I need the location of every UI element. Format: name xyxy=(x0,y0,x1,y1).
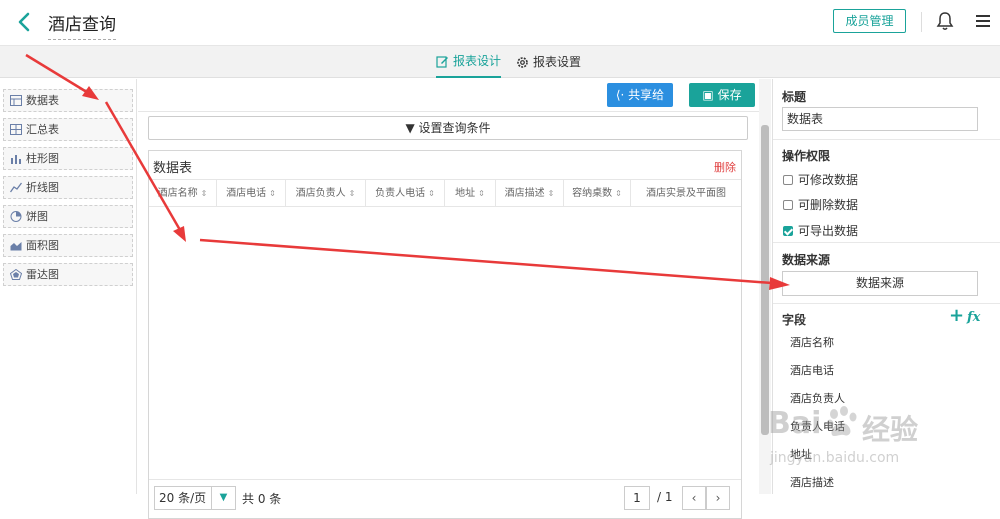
data-source-button[interactable]: 数据来源 xyxy=(782,271,978,296)
formula-fx-icon[interactable]: fx xyxy=(967,310,980,325)
watermark-brand: Bai xyxy=(768,406,822,441)
next-page-button[interactable]: › xyxy=(706,486,730,510)
hamburger-menu-icon[interactable] xyxy=(975,14,991,28)
tab-label: 报表设置 xyxy=(533,55,582,69)
title-input[interactable]: 数据表 xyxy=(782,107,978,131)
page-number-input[interactable]: 1 xyxy=(624,486,650,510)
field-item[interactable]: 酒店描述 xyxy=(790,474,834,490)
chevron-down-icon: ▼ xyxy=(211,487,235,509)
paw-icon xyxy=(826,406,857,436)
baidu-jingyan-watermark: Bai 经验 jingyan.baidu.com xyxy=(768,400,958,472)
column-header[interactable]: 容纳桌数 ⇕ xyxy=(564,180,631,207)
sort-icon: ⇕ xyxy=(348,189,356,198)
field-item[interactable]: 酒店名称 xyxy=(790,334,834,350)
column-header[interactable]: 负责人电话 ⇕ xyxy=(366,180,445,207)
summary-table-icon xyxy=(10,124,22,135)
chevron-left-icon: ‹ xyxy=(691,491,697,505)
component-line-chart[interactable]: 折线图 xyxy=(3,176,133,199)
edit-icon xyxy=(436,55,448,68)
total-count: 共 0 条 xyxy=(242,492,282,506)
delete-widget-link[interactable]: 删除 xyxy=(714,159,736,175)
component-summary-table[interactable]: 汇总表 xyxy=(3,118,133,141)
floppy-disk-icon: ▣ xyxy=(702,88,714,102)
sort-icon: ⇕ xyxy=(478,189,485,198)
member-management-button[interactable]: 成员管理 xyxy=(833,9,906,33)
column-header[interactable]: 地址 ⇕ xyxy=(445,180,496,207)
area-chart-icon xyxy=(10,242,22,251)
sort-icon: ⇕ xyxy=(200,189,208,198)
column-header[interactable]: 酒店负责人 ⇕ xyxy=(286,180,366,207)
back-arrow-icon[interactable] xyxy=(14,11,36,33)
tab-label: 报表设计 xyxy=(453,54,502,68)
prev-page-button[interactable]: ‹ xyxy=(682,486,706,510)
component-area-chart[interactable]: 面积图 xyxy=(3,234,133,257)
pie-chart-icon xyxy=(10,211,22,222)
permissions-label: 操作权限 xyxy=(782,149,831,163)
table-icon xyxy=(10,95,22,106)
page-size-select[interactable]: 20 条/页 ▼ xyxy=(154,486,236,510)
sort-icon: ⇕ xyxy=(269,189,276,198)
checkbox[interactable] xyxy=(783,199,793,210)
component-bar-chart[interactable]: 柱形图 xyxy=(3,147,133,170)
tab-report-design[interactable]: 报表设计 xyxy=(436,46,502,78)
share-button[interactable]: ⟨· 共享给 xyxy=(607,83,673,107)
canvas-toolbar: ⟨· 共享给 ▣ 保存 xyxy=(138,79,771,112)
component-data-table[interactable]: 数据表 xyxy=(3,89,133,112)
sort-icon: ⇕ xyxy=(547,189,555,198)
fields-label: 字段 xyxy=(782,313,807,327)
perm-delete-checkbox[interactable]: 可删除数据 xyxy=(783,196,858,213)
radar-chart-icon xyxy=(10,269,22,280)
share-icon: ⟨· xyxy=(615,88,625,102)
bell-icon[interactable] xyxy=(936,11,954,31)
design-canvas: ⟨· 共享给 ▣ 保存 ▼ 设置查询条件 数据表 删除 酒店名称 ⇕ 酒店电话 ⇕ … xyxy=(138,79,771,519)
column-header[interactable]: 酒店名称 ⇕ xyxy=(149,180,217,207)
sort-icon: ⇕ xyxy=(428,189,435,198)
component-panel: 数据表 汇总表 柱形图 折线图 饼图 面积图 雷达图 xyxy=(0,79,137,494)
divider xyxy=(921,12,922,32)
component-radar-chart[interactable]: 雷达图 xyxy=(3,263,133,286)
tab-bar: 报表设计 报表设置 xyxy=(0,46,1000,78)
add-field-icon[interactable]: + xyxy=(949,307,964,325)
title-label: 标题 xyxy=(782,90,807,104)
gear-icon xyxy=(517,56,528,68)
perm-export-checkbox[interactable]: 可导出数据 xyxy=(783,222,858,239)
watermark-brand-cn: 经验 xyxy=(862,413,919,446)
column-header[interactable]: 酒店实景及平面图 xyxy=(631,180,741,207)
divider xyxy=(773,242,1000,243)
component-pie-chart[interactable]: 饼图 xyxy=(3,205,133,228)
checkbox[interactable] xyxy=(783,174,793,185)
tab-report-settings[interactable]: 报表设置 xyxy=(516,46,581,78)
page-title: 酒店查询 xyxy=(48,10,116,40)
filter-icon: ▼ xyxy=(405,121,415,135)
pagination: 20 条/页 ▼ 共 0 条 1 / 1 ‹ › xyxy=(149,479,741,519)
column-header[interactable]: 酒店描述 ⇕ xyxy=(496,180,564,207)
data-source-label: 数据来源 xyxy=(782,253,831,267)
field-item[interactable]: 酒店电话 xyxy=(790,362,834,378)
scrollbar-thumb[interactable] xyxy=(761,125,769,435)
column-header[interactable]: 酒店电话 ⇕ xyxy=(217,180,286,207)
table-header-row: 酒店名称 ⇕ 酒店电话 ⇕ 酒店负责人 ⇕ 负责人电话 ⇕ 地址 ⇕ 酒店描述 ⇕ 容纳桌数… xyxy=(149,179,741,207)
watermark-url: jingyan.baidu.com xyxy=(770,450,900,466)
table-title: 数据表 xyxy=(153,161,193,176)
top-bar: 酒店查询 成员管理 xyxy=(0,0,1000,46)
sort-icon: ⇕ xyxy=(615,189,622,198)
divider xyxy=(773,139,1000,140)
set-query-conditions-button[interactable]: ▼ 设置查询条件 xyxy=(148,116,748,140)
chevron-right-icon: › xyxy=(715,491,721,505)
line-chart-icon xyxy=(10,182,22,193)
save-button[interactable]: ▣ 保存 xyxy=(689,83,755,107)
data-table-widget[interactable]: 数据表 删除 酒店名称 ⇕ 酒店电话 ⇕ 酒店负责人 ⇕ 负责人电话 ⇕ 地址 ⇕ 酒店描… xyxy=(148,150,742,519)
divider xyxy=(773,303,1000,304)
checkbox-checked[interactable] xyxy=(783,225,793,236)
perm-modify-checkbox[interactable]: 可修改数据 xyxy=(783,171,858,188)
page-count: / 1 xyxy=(657,490,673,504)
bar-chart-icon xyxy=(11,155,21,164)
